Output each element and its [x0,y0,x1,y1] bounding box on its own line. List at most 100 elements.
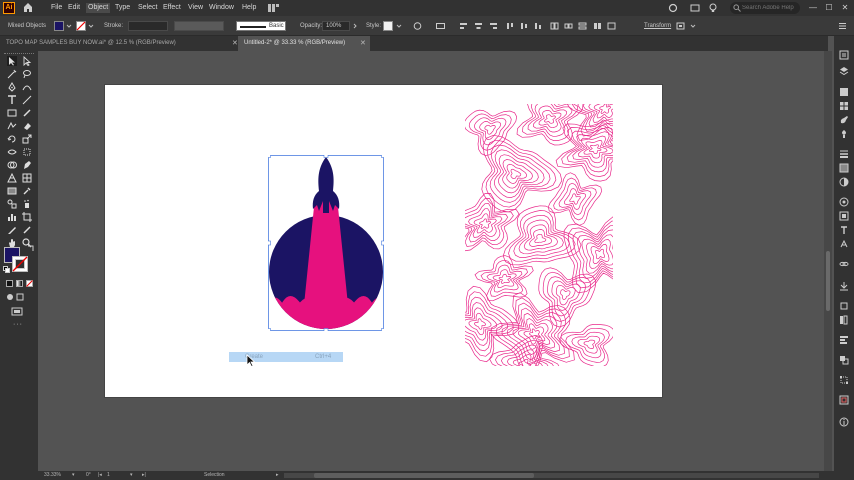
layers-panel-icon[interactable] [839,66,849,76]
libraries-panel-icon[interactable] [839,315,849,325]
column-graph-tool-icon[interactable] [7,212,17,222]
lightbulb-icon[interactable] [708,3,718,13]
edit-toolbar-icon[interactable]: ··· [13,321,23,328]
distribute-center-icon[interactable] [564,22,573,30]
swatches-panel-icon[interactable] [839,101,849,111]
color-panel-icon[interactable] [839,87,849,97]
chevron-down-icon[interactable]: ▾ [130,472,133,479]
magic-wand-tool-icon[interactable] [7,69,17,79]
align-left-icon[interactable] [459,22,468,30]
topographic-pattern-artwork[interactable] [465,104,613,366]
resize-handle[interactable] [323,328,329,332]
paintbrush-tool-icon[interactable] [22,108,32,118]
distribute-right-icon[interactable] [578,22,587,30]
first-artboard-icon[interactable]: |◂ [98,472,102,479]
chevron-down-icon[interactable] [396,22,402,30]
type-panel-icon[interactable] [839,225,849,235]
opacity-field[interactable]: 100% [322,21,350,31]
rectangle-tool-icon[interactable] [7,108,17,118]
symbol-sprayer-tool-icon[interactable] [22,199,32,209]
eraser-tool-icon[interactable] [22,121,32,131]
type-tool-icon[interactable] [7,95,17,105]
line-segment-tool-icon[interactable] [22,95,32,105]
selection-tool-icon[interactable] [7,56,17,66]
transform-panel-icon[interactable] [839,375,849,385]
color-mode-icon[interactable] [6,280,13,287]
curvature-tool-icon[interactable] [22,82,32,92]
search-input[interactable] [742,2,798,14]
recolor-artwork-icon[interactable] [413,22,422,30]
artboard-number[interactable]: 1 [107,472,110,479]
gradient-panel-icon[interactable] [839,163,849,173]
chevron-right-icon[interactable]: ▸ [276,472,279,479]
links-panel-icon[interactable] [839,259,849,269]
menu-effect[interactable]: Effect [161,3,183,13]
navigator-panel-icon[interactable] [839,395,849,405]
distribute-top-icon[interactable] [593,22,602,30]
free-transform-tool-icon[interactable] [22,147,32,157]
swap-colors-icon[interactable] [27,244,35,252]
chevron-right-icon[interactable] [352,22,358,30]
brushes-panel-icon[interactable] [839,115,849,125]
distribute-bottom-icon[interactable] [607,22,616,30]
eyedropper-tool-icon[interactable] [22,186,32,196]
share-icon[interactable] [668,3,678,13]
scrollbar-thumb[interactable] [826,251,830,311]
align-bottom-icon[interactable] [534,22,543,30]
resize-handle[interactable] [268,155,271,158]
draw-behind-icon[interactable] [16,293,24,301]
horizontal-scrollbar[interactable] [284,473,819,478]
zoom-level[interactable]: 33.33% [44,472,61,479]
vertical-scrollbar[interactable] [824,51,832,471]
info-panel-icon[interactable] [839,417,849,427]
transform-link[interactable]: Transform [644,22,671,30]
glyphs-panel-icon[interactable] [839,239,849,249]
resize-handle[interactable] [268,328,271,332]
align-top-icon[interactable] [506,22,515,30]
rotation-value[interactable]: 0° [86,472,91,479]
maximize-button[interactable]: ☐ [824,2,834,13]
default-colors-icon[interactable] [3,266,10,273]
artboard-tool-icon[interactable] [22,212,32,222]
menu-view[interactable]: View [186,3,205,13]
gradient-mode-icon[interactable] [16,280,23,287]
distribute-left-icon[interactable] [550,22,559,30]
close-tab-icon[interactable]: ✕ [360,36,366,51]
perspective-grid-tool-icon[interactable] [7,173,17,183]
menu-object[interactable]: Object [86,3,111,13]
pathfinder-panel-icon[interactable] [839,355,849,365]
align-middle-icon[interactable] [520,22,529,30]
stroke-swatch[interactable] [76,21,86,31]
live-paint-tool-icon[interactable] [22,160,32,170]
close-window-button[interactable]: ✕ [840,2,850,13]
eraser-alt-tool-icon[interactable] [22,225,32,235]
menu-select[interactable]: Select [136,3,159,13]
menu-file[interactable]: File [49,3,64,13]
shaper-tool-icon[interactable] [7,121,17,131]
chevron-down-icon[interactable] [88,22,94,30]
next-artboard-icon[interactable]: ▸| [142,472,146,479]
scale-tool-icon[interactable] [22,134,32,144]
stroke-weight-field[interactable] [128,21,168,31]
panel-menu-icon[interactable] [690,22,696,30]
align-to-icon[interactable] [436,22,445,30]
mesh-tool-icon[interactable] [22,173,32,183]
blend-tool-icon[interactable] [7,199,17,209]
minimize-button[interactable]: — [808,2,818,13]
menu-edit[interactable]: Edit [66,3,82,13]
artboard[interactable] [105,85,662,397]
chevron-down-icon[interactable]: ▾ [72,472,75,479]
tab-topo-map[interactable]: TOPO MAP SAMPLES BUY NOW.ai* @ 12.5 % (R… [0,36,238,51]
stroke-panel-icon[interactable] [839,149,849,159]
menu-type[interactable]: Type [113,3,132,13]
width-tool-icon[interactable] [7,147,17,157]
lasso-tool-icon[interactable] [22,69,32,79]
stroke-color-well[interactable] [12,256,28,272]
rocket-badge-artwork[interactable] [268,155,384,331]
draw-normal-icon[interactable] [6,293,14,301]
gradient-tool-icon[interactable] [7,186,17,196]
rotate-tool-icon[interactable] [7,134,17,144]
chevron-down-icon[interactable] [66,22,72,30]
close-tab-icon[interactable]: ✕ [232,36,238,51]
graphic-styles-panel-icon[interactable] [839,211,849,221]
